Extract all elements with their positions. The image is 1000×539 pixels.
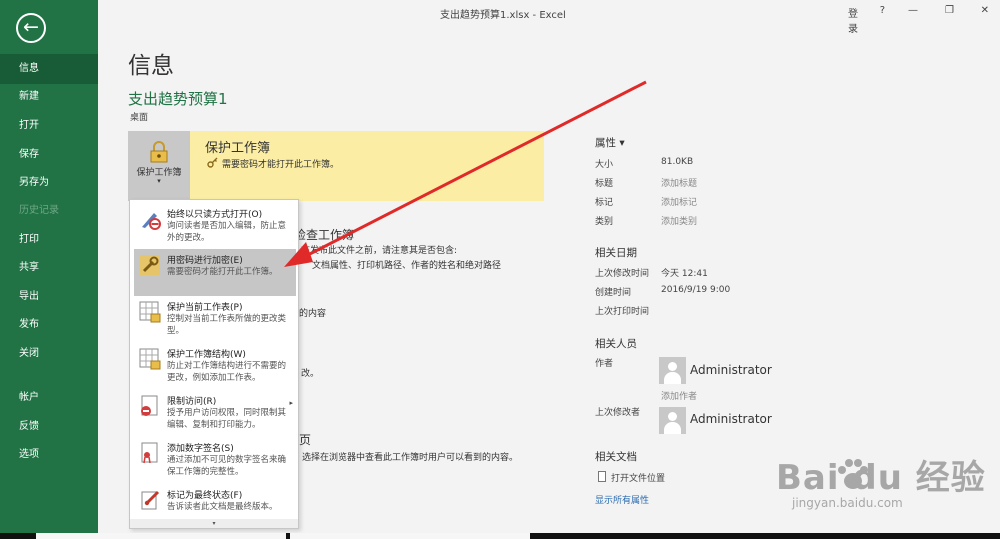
baidu-watermark: Bai du 经验 jingyan.baidu.com: [730, 448, 990, 520]
paw-icon: [838, 459, 868, 489]
taskbar: [0, 533, 1000, 539]
watermark-brand: Bai du 经验: [776, 458, 986, 498]
taskbar-app-2[interactable]: [290, 533, 530, 539]
taskbar-app-1[interactable]: [36, 533, 286, 539]
watermark-url: jingyan.baidu.com: [792, 496, 903, 510]
